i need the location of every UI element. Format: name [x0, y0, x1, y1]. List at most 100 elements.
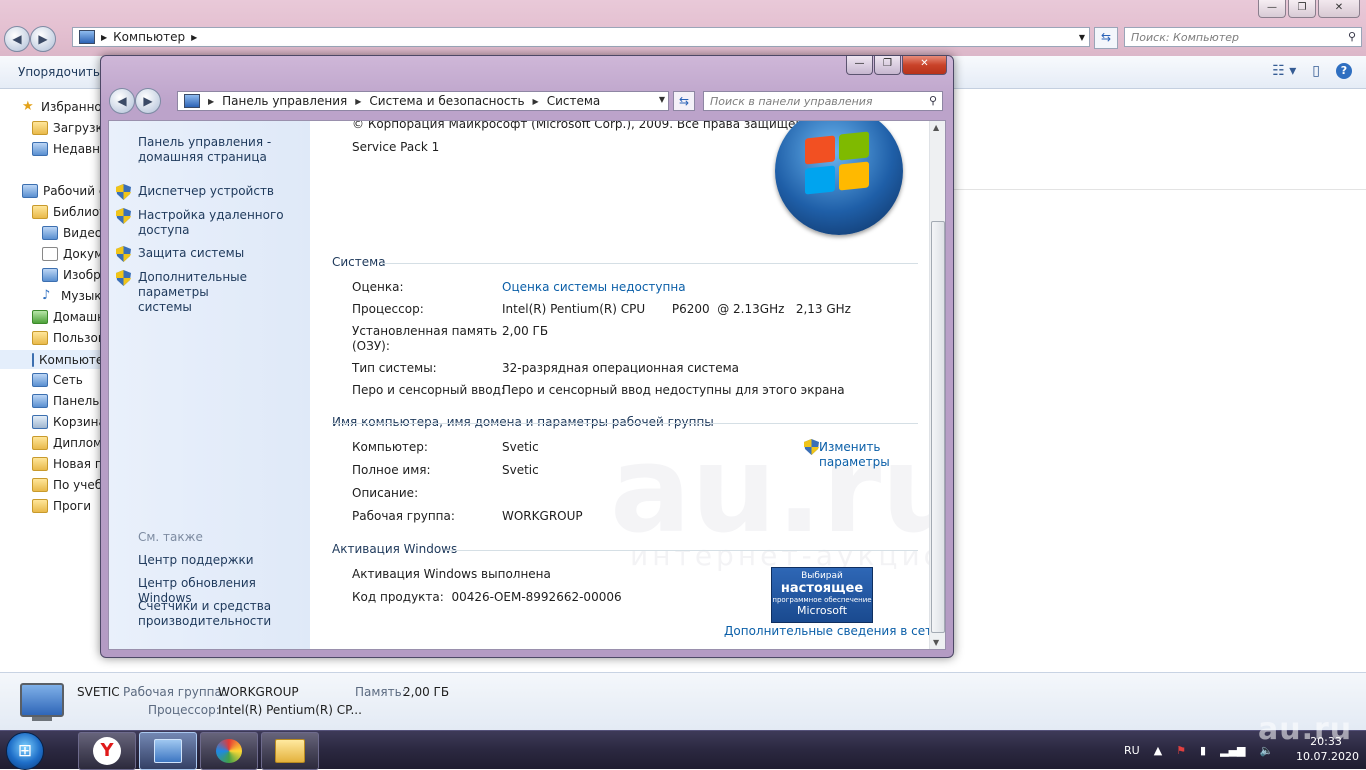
- explorer-refresh-button[interactable]: ⇆: [1094, 27, 1118, 49]
- homegroup-icon: [32, 310, 48, 324]
- tree-item[interactable]: Изображения: [42, 268, 104, 282]
- preview-pane-icon[interactable]: ▯: [1312, 63, 1320, 79]
- product-key: Код продукта: 00426-OEM-8992662-00006: [352, 590, 622, 604]
- details-cpu-value: Intel(R) Pentium(R) CP...: [218, 703, 362, 717]
- tree-item[interactable]: Корзина: [32, 415, 104, 429]
- breadcrumb-system[interactable]: Система: [547, 94, 601, 108]
- device-manager-link[interactable]: Диспетчер устройств: [138, 184, 274, 199]
- tree-item[interactable]: Рабочий стол: [22, 184, 104, 198]
- tree-item[interactable]: Пользователь: [32, 331, 104, 345]
- explorer-search-placeholder: Поиск: Компьютер: [1131, 31, 1239, 44]
- window-nav-buttons: ◀ ▶: [109, 88, 161, 114]
- desktop-icon: [22, 184, 38, 198]
- scrollbar-thumb[interactable]: [931, 221, 945, 633]
- address-separator-icon: ▶: [355, 96, 362, 106]
- computer-name-value: Svetic: [502, 440, 539, 454]
- advanced-settings-link[interactable]: Дополнительные параметры системы: [138, 270, 310, 315]
- search-input[interactable]: Поиск в панели управления ⚲: [703, 91, 943, 111]
- explorer-maximize-button[interactable]: ❐: [1288, 0, 1316, 18]
- tree-item[interactable]: Документы: [42, 247, 104, 261]
- scroll-up-icon[interactable]: ▲: [933, 123, 939, 132]
- action-center-link[interactable]: Центр поддержки: [138, 553, 254, 568]
- folder-icon: [32, 499, 48, 513]
- system-protection-link[interactable]: Защита системы: [138, 246, 244, 261]
- address-dropdown-icon[interactable]: ▼: [1079, 33, 1085, 42]
- language-indicator[interactable]: RU: [1124, 744, 1140, 757]
- explorer-address-bar[interactable]: ▶ Компьютер ▶ ▼: [72, 27, 1090, 47]
- activation-status: Активация Windows выполнена: [352, 567, 551, 581]
- network-icon: [32, 373, 48, 387]
- organize-button[interactable]: Упорядочить ▾: [18, 65, 110, 79]
- tree-item[interactable]: Новая папка: [32, 457, 104, 471]
- explorer-back-button[interactable]: ◀: [4, 26, 30, 52]
- tray-expand-icon[interactable]: ▲: [1154, 744, 1162, 757]
- pen-touch-label: Перо и сенсорный ввод:: [352, 383, 505, 397]
- breadcrumb-system-security[interactable]: Система и безопасность: [369, 94, 524, 108]
- tree-item[interactable]: Библиотеки: [32, 205, 104, 219]
- explorer-search-input[interactable]: Поиск: Компьютер ⚲: [1124, 27, 1362, 47]
- action-center-icon[interactable]: ⚑: [1176, 744, 1186, 757]
- back-button[interactable]: ◀: [109, 88, 135, 114]
- forward-button[interactable]: ▶: [135, 88, 161, 114]
- folder-icon: [32, 205, 48, 219]
- maximize-button[interactable]: ❐: [874, 56, 901, 75]
- close-button[interactable]: ✕: [902, 56, 947, 75]
- taskbar-paint[interactable]: [200, 732, 258, 770]
- tree-item[interactable]: Компьютер: [0, 350, 104, 369]
- folder-icon: [32, 142, 48, 156]
- folder-icon: [32, 121, 48, 135]
- taskbar-explorer[interactable]: [261, 732, 319, 770]
- tree-item[interactable]: Недавние: [32, 142, 104, 156]
- tree-item[interactable]: Диплом: [32, 436, 102, 450]
- power-icon[interactable]: ▮: [1200, 744, 1206, 757]
- details-cpu-label: Процессор:: [148, 703, 220, 717]
- rating-value-link[interactable]: Оценка системы недоступна: [502, 280, 686, 295]
- genuine-microsoft-badge[interactable]: Выбирай настоящее программное обеспечени…: [771, 567, 873, 623]
- tree-item[interactable]: Сеть: [32, 373, 83, 387]
- network-signal-icon[interactable]: ▂▄▆: [1220, 744, 1245, 757]
- service-pack-text: Service Pack 1: [352, 140, 440, 154]
- control-panel-icon: [32, 394, 48, 408]
- view-options-icon[interactable]: ☷ ▾: [1272, 63, 1296, 79]
- processor-value: Intel(R) Pentium(R) CPU P6200 @ 2.13GHz …: [502, 302, 851, 316]
- explorer-close-button[interactable]: ✕: [1318, 0, 1360, 18]
- document-icon: [42, 247, 58, 261]
- rating-label: Оценка:: [352, 280, 404, 294]
- address-dropdown-icon[interactable]: ▼: [659, 95, 665, 104]
- explorer-minimize-button[interactable]: —: [1258, 0, 1286, 18]
- computer-section-title: Имя компьютера, имя домена и параметры р…: [332, 415, 714, 429]
- tree-item[interactable]: ♪Музыка: [42, 289, 104, 303]
- tree-item[interactable]: ★ Избранное: [22, 100, 104, 114]
- search-placeholder: Поиск в панели управления: [710, 95, 873, 108]
- explorer-forward-button[interactable]: ▶: [30, 26, 56, 52]
- performance-tools-link[interactable]: Счетчики и средства производительности: [138, 599, 271, 629]
- tree-item[interactable]: Загрузки: [32, 121, 104, 135]
- address-bar[interactable]: ▶ Панель управления ▶ Система и безопасн…: [177, 91, 669, 111]
- start-button[interactable]: ⊞: [6, 732, 44, 770]
- address-separator-icon: ▶: [208, 96, 215, 106]
- window-controls: — ❐ ✕: [846, 56, 947, 75]
- system-section-divider: [382, 263, 918, 264]
- taskbar-yandex-browser[interactable]: Y: [78, 732, 136, 770]
- computer-icon: [79, 30, 95, 44]
- folder-icon: [32, 457, 48, 471]
- scroll-down-icon[interactable]: ▼: [933, 638, 939, 647]
- taskbar-system-window[interactable]: [139, 732, 197, 770]
- breadcrumb-control-panel[interactable]: Панель управления: [222, 94, 347, 108]
- refresh-button[interactable]: ⇆: [673, 91, 695, 111]
- tree-item[interactable]: По учебе: [32, 478, 104, 492]
- tree-item[interactable]: Домашняя группа: [32, 310, 104, 324]
- help-icon[interactable]: ?: [1336, 63, 1352, 79]
- explorer-content-divider: [954, 189, 1366, 190]
- tree-item[interactable]: Проги: [32, 499, 91, 513]
- more-info-online-link[interactable]: Дополнительные сведения в сети...: [724, 624, 945, 639]
- search-icon: ⚲: [1347, 30, 1356, 43]
- minimize-button[interactable]: —: [846, 56, 873, 75]
- tree-item[interactable]: Видео: [42, 226, 102, 240]
- remote-settings-link[interactable]: Настройка удаленного доступа: [138, 208, 284, 238]
- address-separator-icon: ▶: [101, 32, 108, 42]
- vertical-scrollbar[interactable]: ▲ ▼: [929, 121, 945, 649]
- change-settings-link[interactable]: Изменить параметры: [819, 440, 890, 470]
- control-panel-home-link[interactable]: Панель управления - домашняя страница: [138, 135, 271, 165]
- tree-item[interactable]: Панель управления: [32, 394, 104, 408]
